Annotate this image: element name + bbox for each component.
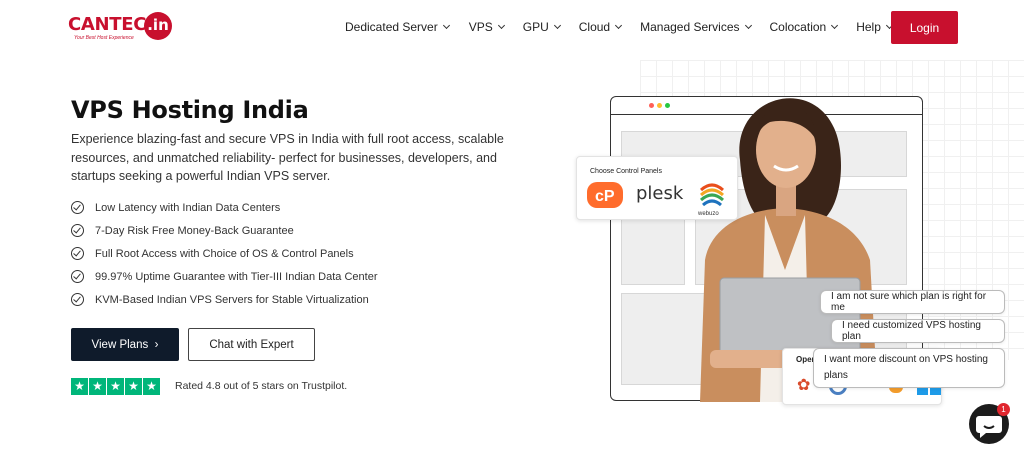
webuzo-logo-icon bbox=[699, 183, 725, 207]
nav-item-vps[interactable]: VPS bbox=[468, 20, 505, 34]
svg-text:cP: cP bbox=[595, 188, 615, 205]
nav-item-label: Cloud bbox=[578, 20, 611, 34]
logo-badge: .in bbox=[144, 12, 172, 40]
chat-suggestion[interactable]: I need customized VPS hosting plan bbox=[831, 319, 1005, 343]
star-icon: ★ bbox=[89, 378, 106, 395]
chevron-down-icon bbox=[442, 21, 450, 30]
chevron-down-icon bbox=[615, 21, 623, 30]
nav-item-label: Colocation bbox=[769, 20, 827, 34]
check-circle-icon bbox=[71, 247, 84, 260]
check-circle-icon bbox=[71, 293, 84, 306]
nav-item-help[interactable]: Help bbox=[856, 20, 893, 34]
os-logo-icon: ✿ bbox=[797, 377, 811, 394]
check-circle-icon bbox=[71, 201, 84, 214]
control-panels-card: Choose Control Panels cP plesk webuzo bbox=[576, 156, 738, 220]
nav-item-dedicated-server[interactable]: Dedicated Server bbox=[345, 20, 450, 34]
star-icon: ★ bbox=[143, 378, 160, 395]
chevron-down-icon bbox=[831, 21, 839, 30]
os-card-title: Oper bbox=[796, 355, 815, 364]
nav-item-label: GPU bbox=[522, 20, 549, 34]
chevron-right-icon: › bbox=[154, 338, 159, 351]
chevron-down-icon bbox=[553, 21, 561, 30]
page: CANTECH .in Your Best Host Experience De… bbox=[0, 0, 1024, 453]
view-plans-label: View Plans bbox=[91, 338, 149, 351]
nav-item-label: Managed Services bbox=[640, 20, 740, 34]
login-button[interactable]: Login bbox=[891, 11, 958, 44]
window-dot-icon bbox=[665, 103, 670, 108]
feature-item: 99.97% Uptime Guarantee with Tier-III In… bbox=[71, 265, 377, 288]
window-dot-icon bbox=[649, 103, 654, 108]
star-icon: ★ bbox=[107, 378, 124, 395]
feature-item: 7-Day Risk Free Money-Back Guarantee bbox=[71, 219, 377, 242]
webuzo-label: webuzo bbox=[698, 211, 719, 217]
nav-item-cloud[interactable]: Cloud bbox=[578, 20, 623, 34]
main-nav: Dedicated Server VPS GPU Cloud Managed S… bbox=[345, 20, 893, 34]
check-circle-icon bbox=[71, 270, 84, 283]
logo-tagline: Your Best Host Experience bbox=[74, 35, 134, 41]
chevron-down-icon bbox=[744, 21, 752, 30]
feature-item: Full Root Access with Choice of OS & Con… bbox=[71, 242, 377, 265]
feature-text: 7-Day Risk Free Money-Back Guarantee bbox=[95, 224, 294, 237]
nav-item-colocation[interactable]: Colocation bbox=[769, 20, 839, 34]
nav-item-label: Help bbox=[856, 20, 881, 34]
cantech-logo[interactable]: CANTECH .in Your Best Host Experience bbox=[68, 12, 178, 42]
nav-item-label: VPS bbox=[468, 20, 493, 34]
feature-text: Low Latency with Indian Data Centers bbox=[95, 201, 281, 214]
hero-description: Experience blazing-fast and secure VPS i… bbox=[71, 132, 504, 183]
nav-item-gpu[interactable]: GPU bbox=[522, 20, 561, 34]
feature-item: Low Latency with Indian Data Centers bbox=[71, 196, 377, 219]
window-dot-icon bbox=[657, 103, 662, 108]
check-circle-icon bbox=[71, 224, 84, 237]
feature-text: KVM-Based Indian VPS Servers for Stable … bbox=[95, 293, 369, 306]
star-icon: ★ bbox=[125, 378, 142, 395]
chat-suggestion[interactable]: I am not sure which plan is right for me bbox=[820, 290, 1005, 314]
trustpilot-stars: ★ ★ ★ ★ ★ bbox=[71, 378, 160, 395]
chat-with-expert-button[interactable]: Chat with Expert bbox=[188, 328, 315, 361]
feature-list: Low Latency with Indian Data Centers 7-D… bbox=[71, 196, 377, 311]
feature-text: 99.97% Uptime Guarantee with Tier-III In… bbox=[95, 270, 378, 283]
plesk-logo: plesk bbox=[636, 183, 684, 204]
star-icon: ★ bbox=[71, 378, 88, 395]
nav-item-label: Dedicated Server bbox=[345, 20, 438, 34]
view-plans-button[interactable]: View Plans › bbox=[71, 328, 179, 361]
page-title: VPS Hosting India bbox=[71, 96, 309, 124]
control-panels-title: Choose Control Panels bbox=[590, 168, 662, 175]
nav-item-managed-services[interactable]: Managed Services bbox=[640, 20, 752, 34]
feature-item: KVM-Based Indian VPS Servers for Stable … bbox=[71, 288, 377, 311]
unread-badge: 1 bbox=[997, 403, 1010, 416]
chevron-down-icon bbox=[497, 21, 505, 30]
cpanel-logo-icon: cP bbox=[587, 182, 623, 208]
rating-text: Rated 4.8 out of 5 stars on Trustpilot. bbox=[175, 380, 348, 392]
chat-suggestion[interactable]: I want more discount on VPS hosting plan… bbox=[813, 348, 1005, 388]
feature-text: Full Root Access with Choice of OS & Con… bbox=[95, 247, 354, 260]
